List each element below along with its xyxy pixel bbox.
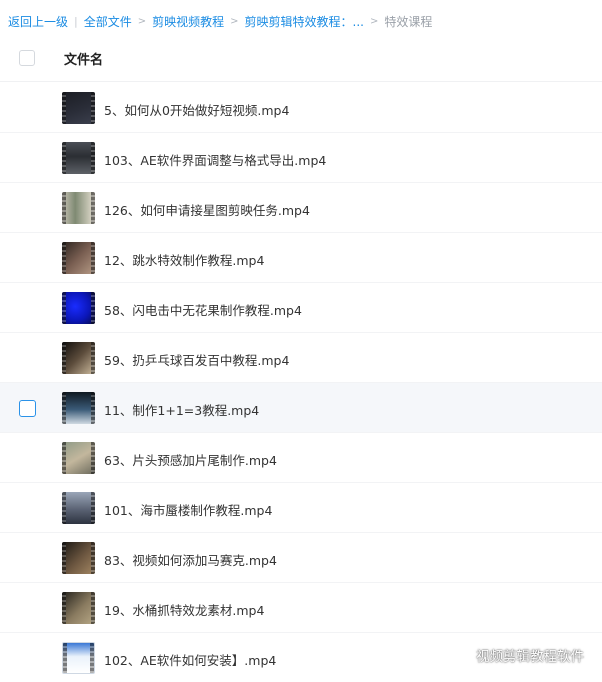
watermark: 视频剪辑教程软件 <box>450 646 584 665</box>
breadcrumb-divider: | <box>74 14 78 28</box>
file-name[interactable]: 102、AE软件如何安装】.mp4 <box>104 650 276 669</box>
file-list: 5、如何从0开始做好短视频.mp4 103、AE软件界面调整与格式导出.mp4 … <box>0 83 602 682</box>
wechat-icon <box>450 647 470 663</box>
video-thumbnail <box>62 442 95 474</box>
breadcrumb-effects-tutorials[interactable]: 剪映剪辑特效教程：... <box>245 13 364 30</box>
video-thumbnail <box>62 642 95 674</box>
file-name[interactable]: 126、如何申请接星图剪映任务.mp4 <box>104 200 310 219</box>
breadcrumb-video-tutorials[interactable]: 剪映视频教程 <box>152 13 224 30</box>
video-thumbnail <box>62 192 95 224</box>
file-row[interactable]: 126、如何申请接星图剪映任务.mp4 <box>0 183 602 233</box>
video-thumbnail <box>62 592 95 624</box>
breadcrumb-all-files[interactable]: 全部文件 <box>84 13 132 30</box>
select-all-checkbox[interactable] <box>19 50 35 66</box>
chevron-right-icon: > <box>370 15 379 27</box>
file-row[interactable]: 103、AE软件界面调整与格式导出.mp4 <box>0 133 602 183</box>
breadcrumb: 返回上一级 | 全部文件 > 剪映视频教程 > 剪映剪辑特效教程：... > 特… <box>8 12 432 30</box>
file-name[interactable]: 58、闪电击中无花果制作教程.mp4 <box>104 300 302 319</box>
file-list-header: 文件名 <box>0 36 602 82</box>
video-thumbnail <box>62 492 95 524</box>
file-row[interactable]: 19、水桶抓特效龙素材.mp4 <box>0 583 602 633</box>
breadcrumb-current: 特效课程 <box>384 14 433 29</box>
row-checkbox[interactable] <box>19 400 36 417</box>
file-name[interactable]: 83、视频如何添加马赛克.mp4 <box>104 550 277 569</box>
video-thumbnail <box>62 242 95 274</box>
file-name[interactable]: 101、海市蜃楼制作教程.mp4 <box>104 500 272 519</box>
chevron-right-icon: > <box>137 15 147 27</box>
watermark-text: 视频剪辑教程软件 <box>476 649 584 665</box>
video-thumbnail <box>62 92 95 124</box>
column-filename-header[interactable]: 文件名 <box>64 49 103 68</box>
video-thumbnail <box>62 142 95 174</box>
file-row[interactable]: 63、片头预感加片尾制作.mp4 <box>0 433 602 483</box>
file-name[interactable]: 103、AE软件界面调整与格式导出.mp4 <box>104 150 326 169</box>
file-row[interactable]: 11、制作1+1=3教程.mp4 <box>0 383 602 433</box>
back-link[interactable]: 返回上一级 <box>8 13 68 30</box>
file-name[interactable]: 19、水桶抓特效龙素材.mp4 <box>104 600 264 619</box>
file-row[interactable]: 5、如何从0开始做好短视频.mp4 <box>0 83 602 133</box>
file-name[interactable]: 11、制作1+1=3教程.mp4 <box>104 400 259 419</box>
file-row[interactable]: 58、闪电击中无花果制作教程.mp4 <box>0 283 602 333</box>
video-thumbnail <box>62 342 95 374</box>
file-name[interactable]: 12、跳水特效制作教程.mp4 <box>104 250 264 269</box>
file-row[interactable]: 101、海市蜃楼制作教程.mp4 <box>0 483 602 533</box>
file-name[interactable]: 5、如何从0开始做好短视频.mp4 <box>104 100 289 119</box>
video-thumbnail <box>62 542 95 574</box>
video-thumbnail <box>62 292 95 324</box>
file-row[interactable]: 59、扔乒乓球百发百中教程.mp4 <box>0 333 602 383</box>
file-row[interactable]: 12、跳水特效制作教程.mp4 <box>0 233 602 283</box>
file-name[interactable]: 59、扔乒乓球百发百中教程.mp4 <box>104 350 289 369</box>
video-thumbnail <box>62 392 95 424</box>
file-name[interactable]: 63、片头预感加片尾制作.mp4 <box>104 450 277 469</box>
chevron-right-icon: > <box>230 15 239 27</box>
file-row[interactable]: 83、视频如何添加马赛克.mp4 <box>0 533 602 583</box>
